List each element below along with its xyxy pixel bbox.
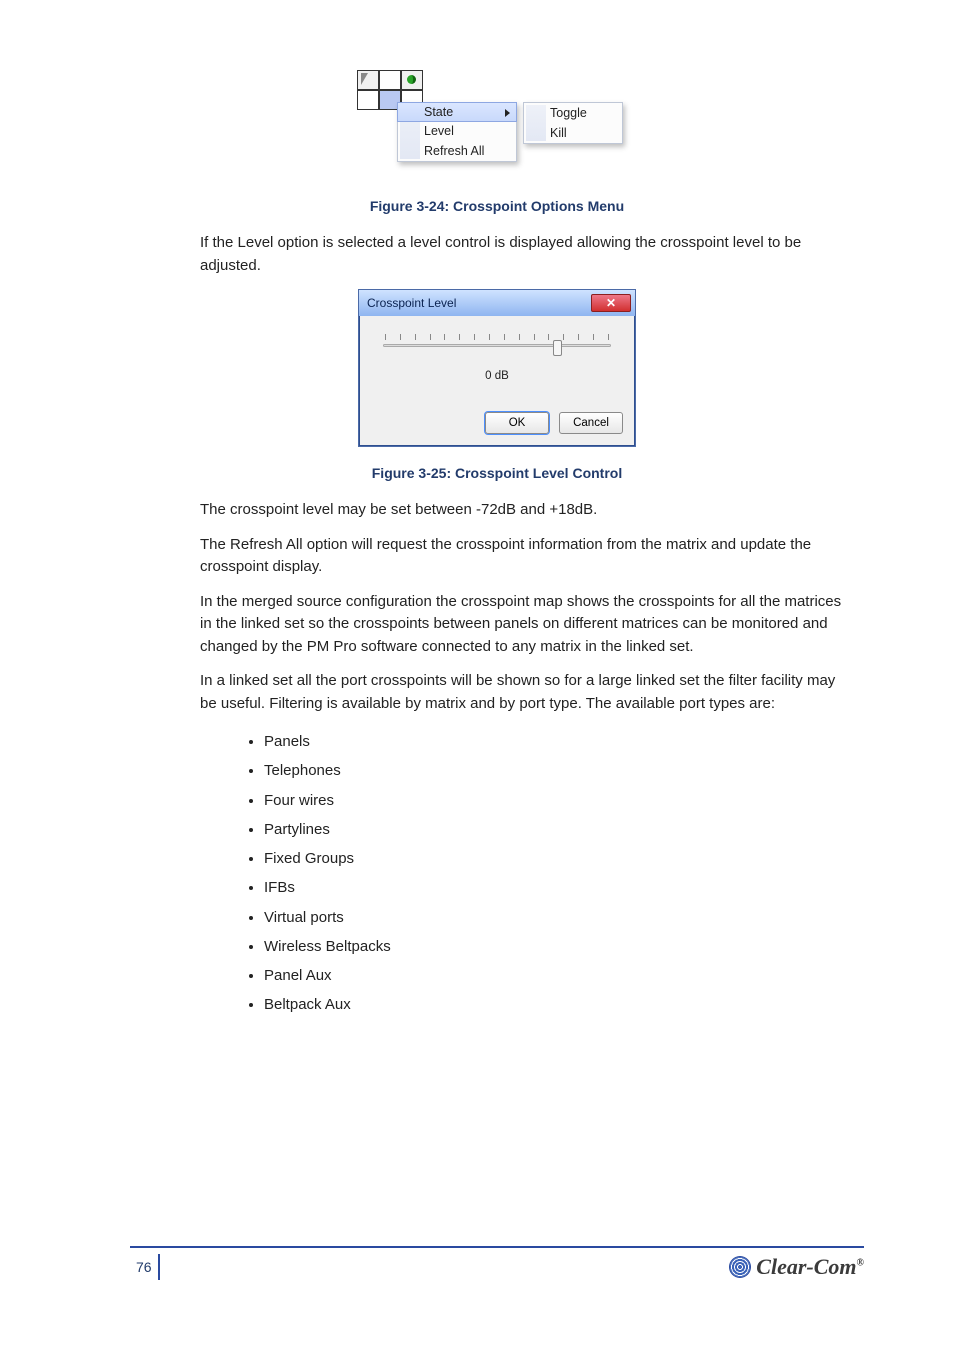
dialog-titlebar[interactable]: Crosspoint Level ✕: [359, 290, 635, 316]
submenu-arrow-icon: [505, 109, 510, 117]
menu-item-level[interactable]: Level: [398, 121, 516, 141]
list-item: Telephones: [264, 756, 844, 785]
list-item: IFBs: [264, 873, 844, 902]
menu-label: Level: [424, 124, 454, 138]
page-footer: 76 Clear-Com®: [130, 1246, 864, 1280]
list-item: Beltpack Aux: [264, 990, 844, 1019]
crosspoint-level-dialog: Crosspoint Level ✕ 0 dB OK: [358, 289, 636, 447]
slider-ticks: [385, 334, 609, 341]
list-item: Virtual ports: [264, 903, 844, 932]
menu-item-state[interactable]: State: [397, 102, 517, 122]
figure-caption-2: Figure 3-25: Crosspoint Level Control: [130, 465, 864, 481]
brand-logo: Clear-Com®: [730, 1254, 864, 1280]
body-text: The Refresh All option will request the …: [200, 534, 844, 579]
level-readout: 0 dB: [377, 370, 617, 382]
dialog-title: Crosspoint Level: [367, 296, 456, 310]
menu-label: Refresh All: [424, 144, 484, 158]
list-item: Panels: [264, 727, 844, 756]
crosspoint-options-figure: State Level Refresh All Toggle Kill: [357, 70, 637, 180]
context-submenu: Toggle Kill: [523, 102, 623, 144]
cancel-button[interactable]: Cancel: [559, 412, 623, 434]
slider-groove: [383, 344, 611, 347]
list-item: Four wires: [264, 786, 844, 815]
menu-label: Kill: [550, 126, 567, 140]
menu-label: State: [424, 105, 453, 119]
submenu-item-toggle[interactable]: Toggle: [524, 103, 622, 123]
figure-caption-1: Figure 3-24: Crosspoint Options Menu: [130, 198, 864, 214]
brand-name: Clear-Com: [756, 1254, 856, 1279]
list-item: Fixed Groups: [264, 844, 844, 873]
list-item: Panel Aux: [264, 961, 844, 990]
body-text: In the merged source configuration the c…: [200, 591, 844, 659]
submenu-item-kill[interactable]: Kill: [524, 123, 622, 143]
port-type-list: PanelsTelephonesFour wiresPartylinesFixe…: [240, 727, 844, 1020]
level-slider[interactable]: [377, 334, 617, 358]
menu-item-refresh-all[interactable]: Refresh All: [398, 141, 516, 161]
logo-icon: [730, 1257, 750, 1277]
body-text: If the Level option is selected a level …: [200, 232, 844, 277]
context-menu: State Level Refresh All: [397, 102, 517, 162]
close-button[interactable]: ✕: [591, 294, 631, 312]
page-number: 76: [130, 1254, 160, 1280]
body-text: The crosspoint level may be set between …: [200, 499, 844, 522]
list-item: Wireless Beltpacks: [264, 932, 844, 961]
ok-button[interactable]: OK: [485, 412, 549, 434]
list-item: Partylines: [264, 815, 844, 844]
slider-thumb[interactable]: [553, 340, 562, 356]
menu-label: Toggle: [550, 106, 587, 120]
triangle-icon: [361, 73, 375, 85]
active-indicator-icon: [407, 75, 416, 84]
body-text: In a linked set all the port crosspoints…: [200, 670, 844, 715]
